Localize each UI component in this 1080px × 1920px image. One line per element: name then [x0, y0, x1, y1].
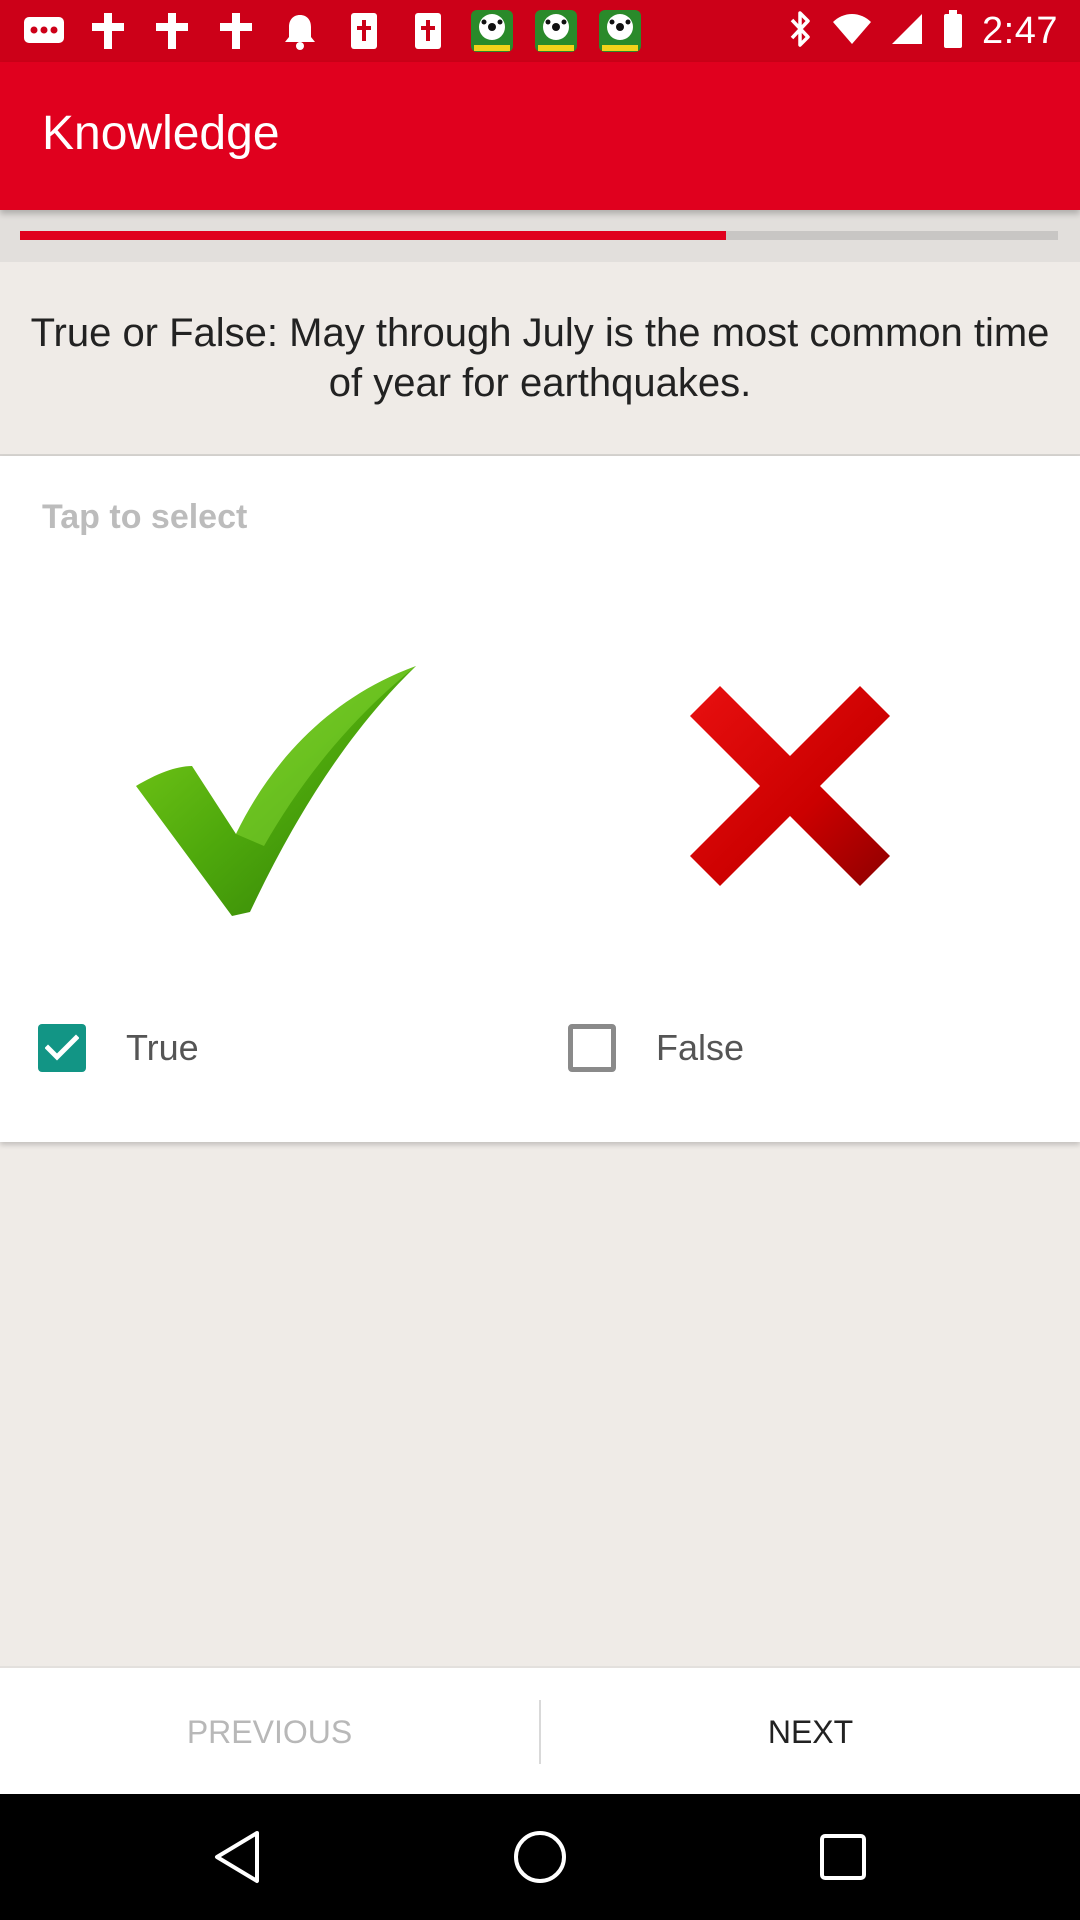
notification-icons	[22, 10, 642, 52]
cross-icon	[150, 9, 194, 53]
question-area: True or False: May through July is the m…	[0, 262, 1080, 456]
home-icon[interactable]	[505, 1822, 575, 1892]
next-button[interactable]: NEXT	[541, 1668, 1080, 1796]
more-messages-icon	[22, 9, 66, 53]
app-bar: Knowledge	[0, 62, 1080, 210]
cross-icon	[214, 9, 258, 53]
cross-icon	[86, 9, 130, 53]
option-true[interactable]: True	[38, 1018, 199, 1078]
page-title: Knowledge	[42, 107, 280, 160]
option-false[interactable]: False	[568, 1018, 744, 1078]
system-status: 2:47	[788, 8, 1058, 54]
previous-button[interactable]: PREVIOUS	[0, 1668, 539, 1796]
soccer-app-icon	[598, 9, 642, 53]
answer-options: Tap to select True False	[0, 456, 1080, 1142]
option-label-true: True	[126, 1027, 199, 1068]
clock: 2:47	[982, 9, 1058, 52]
progress-track	[20, 231, 1058, 240]
bible-icon	[342, 9, 386, 53]
quiz-screen: 2:47 Knowledge True or False: May throug…	[0, 0, 1080, 1920]
progress-fill	[20, 231, 726, 240]
green-check-icon[interactable]	[124, 656, 424, 936]
soccer-app-icon	[534, 9, 578, 53]
red-x-icon[interactable]	[680, 656, 980, 936]
bluetooth-icon	[788, 9, 814, 54]
back-icon[interactable]	[202, 1822, 272, 1892]
question-text: True or False: May through July is the m…	[30, 311, 1050, 405]
option-label-false: False	[656, 1027, 745, 1068]
system-nav-bar	[0, 1794, 1080, 1920]
bell-icon	[278, 9, 322, 53]
cell-signal-icon	[890, 12, 924, 51]
battery-icon	[942, 9, 964, 54]
recents-icon[interactable]	[808, 1822, 878, 1892]
bible-icon	[406, 9, 450, 53]
status-bar: 2:47	[0, 0, 1080, 62]
true-checkbox[interactable]	[38, 1024, 86, 1072]
bottom-nav: PREVIOUS NEXT	[0, 1666, 1080, 1796]
quiz-progress	[0, 210, 1080, 262]
wifi-icon	[832, 12, 872, 51]
false-checkbox[interactable]	[568, 1024, 616, 1072]
soccer-app-icon	[470, 9, 514, 53]
tap-hint: Tap to select	[42, 498, 248, 536]
